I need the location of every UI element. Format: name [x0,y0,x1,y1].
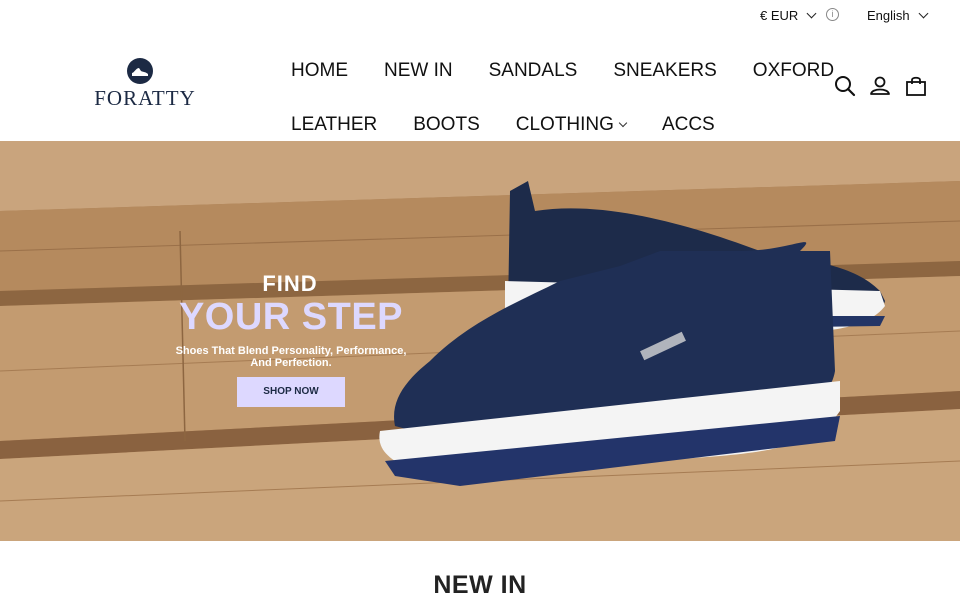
shoe-logo-icon [127,58,153,84]
hero-banner: FIND YOUR STEP Shoes That Blend Personal… [0,141,960,541]
info-icon[interactable]: i [826,8,839,21]
user-icon[interactable] [869,75,891,97]
top-bar: € EUR i English [0,0,960,32]
language-selector[interactable]: English [867,8,929,23]
nav-item-leather[interactable]: LEATHER [291,114,377,136]
hero-image [0,141,960,541]
nav-item-clothing-label: CLOTHING [515,114,614,135]
nav-item-accs[interactable]: ACCS [662,114,715,136]
language-label: English [867,8,910,23]
nav-item-clothing[interactable]: CLOTHING [515,114,628,136]
chevron-down-icon [806,8,817,19]
nav-item-new-in[interactable]: NEW IN [384,60,453,82]
main-navigation: HOME NEW IN SANDALS SNEAKERS OXFORD LEAT… [291,44,834,152]
hero-subtitle-line-2: And Perfection. [250,357,332,369]
nav-item-sandals[interactable]: SANDALS [489,60,578,82]
hero-kicker: FIND [262,271,318,296]
currency-label: € EUR [760,8,799,23]
chevron-down-icon [618,118,628,128]
nav-item-oxford[interactable]: OXFORD [753,60,834,82]
shopping-bag-icon[interactable] [905,75,927,97]
hero-title: YOUR STEP [178,296,404,338]
nav-row-1: HOME NEW IN SANDALS SNEAKERS OXFORD [291,44,834,98]
shop-now-button[interactable]: SHOP NOW [237,377,345,407]
logo-text: FORATTY [94,86,196,110]
nav-item-home[interactable]: HOME [291,60,348,82]
nav-item-sneakers[interactable]: SNEAKERS [613,60,716,82]
hero-subtitle-line-1: Shoes That Blend Personality, Performanc… [175,345,407,357]
search-icon[interactable] [834,75,856,97]
currency-selector[interactable]: € EUR [760,8,817,23]
nav-item-boots[interactable]: BOOTS [413,114,480,136]
hero-subtitle: Shoes That Blend Personality, Performanc… [158,345,424,369]
section-title-new-in: NEW IN [433,571,527,599]
brand-logo[interactable]: FORATTY [86,56,204,112]
chevron-down-icon [918,8,929,19]
